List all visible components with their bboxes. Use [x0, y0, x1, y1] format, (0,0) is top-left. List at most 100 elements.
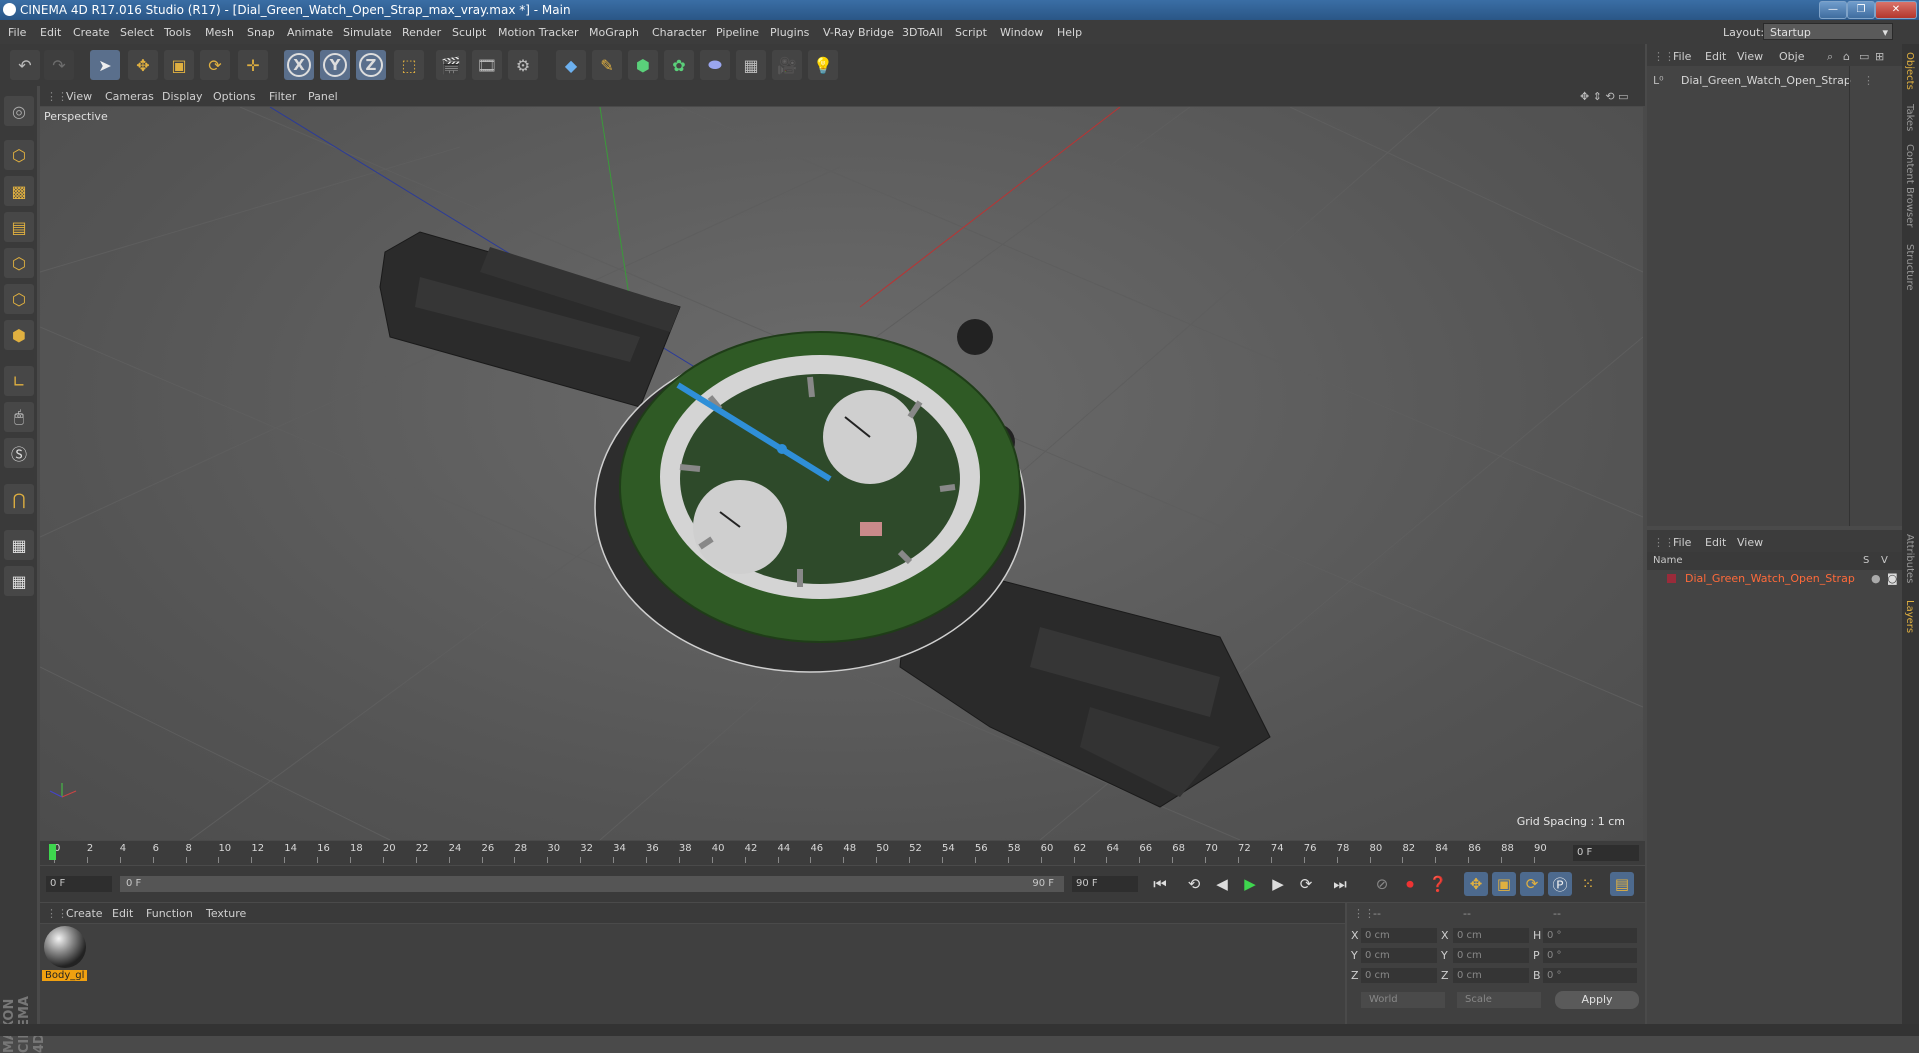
close-button[interactable]: ✕: [1875, 1, 1917, 19]
material-menu-create[interactable]: Create: [66, 907, 103, 920]
layer-menu-edit[interactable]: Edit: [1705, 536, 1726, 549]
rot-h-field[interactable]: 0 °: [1543, 928, 1637, 943]
visibility-dots-icon[interactable]: ⋮: [1863, 74, 1874, 87]
key-pla-button[interactable]: ⁙: [1576, 872, 1600, 896]
viewport-menu-cameras[interactable]: Cameras: [105, 90, 154, 103]
menu-plugins[interactable]: Plugins: [770, 26, 809, 39]
frame-range-slider[interactable]: 0 F 90 F: [120, 876, 1064, 892]
texture-mode-button[interactable]: ▩: [4, 176, 34, 206]
render-settings-button[interactable]: ⚙: [508, 50, 538, 80]
menu-mograph[interactable]: MoGraph: [589, 26, 639, 39]
add-cube-button[interactable]: ◆: [556, 50, 586, 80]
minimize-button[interactable]: —: [1819, 1, 1847, 19]
model-mode-button[interactable]: ⬡: [4, 140, 34, 170]
menu-motion-tracker[interactable]: Motion Tracker: [498, 26, 578, 39]
viewport-menu-panel[interactable]: Panel: [308, 90, 338, 103]
layer-menu-file[interactable]: File: [1673, 536, 1691, 549]
coordinate-mode-dropdown[interactable]: Scale: [1457, 992, 1541, 1008]
record-key-button[interactable]: ⊘: [1370, 872, 1394, 896]
next-frame-button[interactable]: ▶: [1266, 872, 1290, 896]
axis-z-button[interactable]: Z: [356, 50, 386, 80]
menu-window[interactable]: Window: [1000, 26, 1043, 39]
previous-key-button[interactable]: ⟲: [1182, 872, 1206, 896]
coordinate-space-dropdown[interactable]: World: [1361, 992, 1445, 1008]
layer-view-icon[interactable]: ◙: [1887, 572, 1898, 585]
current-frame-field[interactable]: 0 F: [1573, 845, 1639, 861]
material-name[interactable]: Body_gl: [42, 970, 88, 981]
menu-pipeline[interactable]: Pipeline: [716, 26, 759, 39]
menu-create[interactable]: Create: [73, 26, 110, 39]
layout-select[interactable]: Startup ▾: [1763, 23, 1893, 40]
rot-b-field[interactable]: 0 °: [1543, 968, 1637, 983]
menu-sculpt[interactable]: Sculpt: [452, 26, 486, 39]
tab-structure[interactable]: Structure: [1904, 244, 1915, 291]
key-rotation-button[interactable]: ⟳: [1520, 872, 1544, 896]
material-menu-edit[interactable]: Edit: [112, 907, 133, 920]
layer-row[interactable]: Dial_Green_Watch_Open_Strap ● ◙: [1653, 572, 1898, 586]
add-light-button[interactable]: 💡: [808, 50, 838, 80]
scale-tool-button[interactable]: ▣: [164, 50, 194, 80]
rotate-tool-button[interactable]: ⟳: [200, 50, 230, 80]
3d-viewport[interactable]: Perspective Grid Spacing : 1 cm: [40, 107, 1643, 840]
filter-icon[interactable]: ▭: [1859, 50, 1869, 63]
undo-button[interactable]: ↶: [10, 50, 40, 80]
move-tool-button[interactable]: ✥: [128, 50, 158, 80]
axis-y-button[interactable]: Y: [320, 50, 350, 80]
viewport-menu-view[interactable]: View: [66, 90, 92, 103]
live-selection-button[interactable]: ✛: [238, 50, 268, 80]
new-window-icon[interactable]: ⊞: [1875, 50, 1884, 63]
go-to-start-button[interactable]: ⏮: [1148, 872, 1172, 896]
menu-character[interactable]: Character: [652, 26, 706, 39]
material-preview[interactable]: [44, 926, 86, 968]
go-to-end-button[interactable]: ⏭: [1328, 872, 1352, 896]
make-editable-button[interactable]: ◎: [4, 96, 34, 126]
tab-content-browser[interactable]: Content Browser: [1904, 144, 1915, 227]
viewport-menu-options[interactable]: Options: [213, 90, 255, 103]
material-menu-texture[interactable]: Texture: [206, 907, 246, 920]
home-icon[interactable]: ⌂: [1843, 50, 1850, 63]
layer-menu-view[interactable]: View: [1737, 536, 1763, 549]
timeline-window-button[interactable]: ▤: [1610, 872, 1634, 896]
apply-button[interactable]: Apply: [1555, 991, 1639, 1009]
playhead[interactable]: [49, 844, 56, 860]
render-picture-viewer-button[interactable]: 🎞: [472, 50, 502, 80]
workplane-mode-button[interactable]: ▤: [4, 212, 34, 242]
workplane-rotate-button[interactable]: ▦: [4, 566, 34, 596]
menu-vray-bridge[interactable]: V-Ray Bridge: [823, 26, 894, 39]
menu-script[interactable]: Script: [955, 26, 987, 39]
menu-tools[interactable]: Tools: [164, 26, 191, 39]
menu-select[interactable]: Select: [120, 26, 154, 39]
layer-solo-icon[interactable]: ●: [1871, 572, 1881, 585]
viewport-nav-icons[interactable]: ✥ ⇕ ⟲ ▭: [1580, 90, 1629, 103]
key-position-button[interactable]: ✥: [1464, 872, 1488, 896]
tab-takes[interactable]: Takes: [1904, 104, 1915, 131]
menu-file[interactable]: File: [8, 26, 26, 39]
viewport-menu-filter[interactable]: Filter: [269, 90, 296, 103]
redo-button[interactable]: ↷: [44, 50, 74, 80]
object-menu-file[interactable]: File: [1673, 50, 1691, 63]
polygons-mode-button[interactable]: ⬢: [4, 320, 34, 350]
maximize-button[interactable]: ❐: [1847, 1, 1875, 19]
end-frame-field[interactable]: 90 F: [1072, 876, 1138, 892]
key-parameter-button[interactable]: Ⓟ: [1548, 872, 1572, 896]
coordinate-system-button[interactable]: ⬚: [394, 50, 424, 80]
menu-help[interactable]: Help: [1057, 26, 1082, 39]
add-generator-button[interactable]: ⬢: [628, 50, 658, 80]
menu-3dtoall[interactable]: 3DToAll: [902, 26, 943, 39]
timeline[interactable]: 0 2 4 6 8 10 12 14 16 18 20 22 24 26 28 30 32 34 36 38 40 42 4…: [40, 841, 1645, 865]
add-spline-button[interactable]: ✎: [592, 50, 622, 80]
add-array-button[interactable]: ✿: [664, 50, 694, 80]
object-menu-objects[interactable]: Obje: [1779, 50, 1804, 63]
menu-animate[interactable]: Animate: [287, 26, 333, 39]
object-row[interactable]: L⁰ Dial_Green_Watch_Open_Strap ⋮: [1653, 74, 1893, 88]
pos-z-field[interactable]: 0 cm: [1361, 968, 1437, 983]
snap-button[interactable]: Ⓢ: [4, 438, 34, 468]
tab-objects[interactable]: Objects: [1904, 52, 1915, 90]
object-menu-view[interactable]: View: [1737, 50, 1763, 63]
menu-snap[interactable]: Snap: [247, 26, 275, 39]
object-menu-edit[interactable]: Edit: [1705, 50, 1726, 63]
size-y-field[interactable]: 0 cm: [1453, 948, 1529, 963]
play-button[interactable]: ▶: [1238, 872, 1262, 896]
rot-p-field[interactable]: 0 °: [1543, 948, 1637, 963]
select-tool-button[interactable]: ➤: [90, 50, 120, 80]
